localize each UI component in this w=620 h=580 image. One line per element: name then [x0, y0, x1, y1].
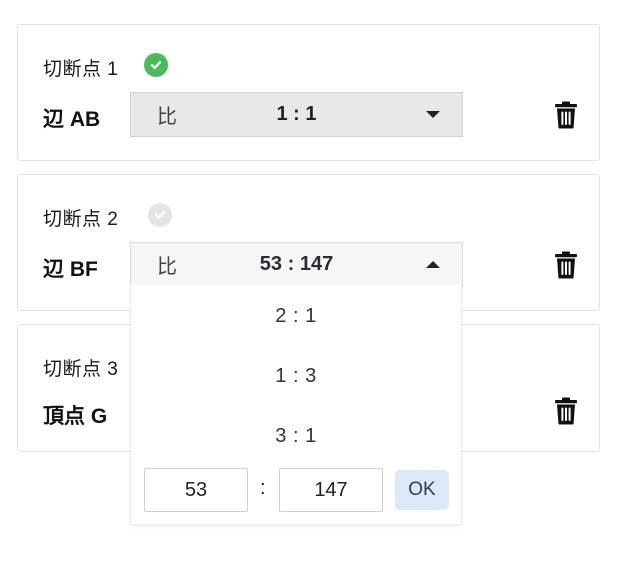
- cut-point-title: 切断点 3: [43, 359, 119, 380]
- ratio-value: 53 : 147: [259, 253, 334, 275]
- ratio-select[interactable]: 比 53 : 147: [130, 242, 463, 287]
- trash-icon[interactable]: [554, 101, 578, 129]
- trash-icon[interactable]: [554, 251, 578, 279]
- ratio-option[interactable]: 2 : 1: [131, 288, 461, 344]
- ratio-separator: :: [260, 477, 266, 499]
- cut-point-title: 切断点 2: [43, 209, 119, 230]
- ratio-left-input[interactable]: [144, 468, 248, 512]
- edge-label: 辺 AB: [43, 108, 101, 131]
- ok-button[interactable]: OK: [395, 470, 449, 510]
- ratio-right-input[interactable]: [279, 468, 383, 512]
- caret-down-icon: [426, 111, 440, 118]
- ratio-select[interactable]: 比 1 : 1: [130, 92, 463, 137]
- edge-label: 辺 BF: [43, 258, 98, 281]
- vertex-label: 頂点 G: [43, 405, 108, 428]
- caret-up-icon: [426, 261, 440, 268]
- ratio-option[interactable]: 3 : 1: [131, 408, 461, 464]
- ratio-prefix: 比: [157, 106, 177, 128]
- ratio-value: 1 : 1: [276, 103, 317, 125]
- ratio-dropdown: 2 : 1 1 : 3 3 : 1 : OK: [130, 285, 462, 525]
- ratio-option[interactable]: 1 : 3: [131, 348, 461, 404]
- custom-ratio-row: : OK: [131, 468, 461, 512]
- check-circle-icon: [144, 53, 168, 77]
- cut-point-card-1: 切断点 1 辺 AB 比 1 : 1: [17, 24, 600, 161]
- ratio-prefix: 比: [157, 256, 177, 278]
- trash-icon[interactable]: [554, 397, 578, 425]
- cut-point-title: 切断点 1: [43, 59, 119, 80]
- check-circle-icon: [148, 203, 172, 227]
